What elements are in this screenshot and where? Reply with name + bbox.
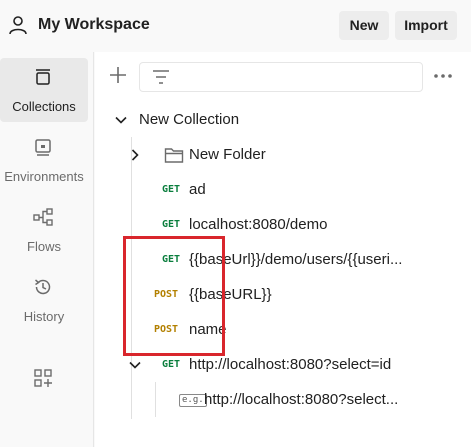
- sidebar-item-add-apps[interactable]: [0, 348, 88, 412]
- sidebar-item-history[interactable]: History: [0, 268, 88, 332]
- workspace-header: My Workspace New Import: [0, 0, 471, 52]
- workspace-title: My Workspace: [38, 16, 150, 33]
- folder-name: New Folder: [189, 146, 266, 163]
- plus-icon[interactable]: [108, 65, 128, 85]
- sidebar-item-flows[interactable]: Flows: [0, 198, 88, 262]
- user-icon: [9, 16, 27, 35]
- sidebar-item-collections[interactable]: Collections: [0, 58, 88, 122]
- method-badge-get: GET: [162, 359, 181, 370]
- chevron-down-icon[interactable]: [128, 358, 142, 372]
- collection-name: New Collection: [139, 111, 240, 128]
- sidebar-item-label: Environments: [4, 169, 84, 184]
- more-options-icon[interactable]: [433, 70, 453, 82]
- chevron-down-icon[interactable]: [114, 113, 128, 127]
- example-name: http://localhost:8080?select...: [204, 391, 399, 408]
- sidebar-item-environments[interactable]: Environments: [0, 128, 88, 192]
- request-name: localhost:8080/demo: [189, 216, 328, 233]
- method-badge-get: GET: [162, 219, 181, 230]
- request-name: ad: [189, 181, 206, 198]
- collection-row[interactable]: New Collection: [95, 102, 471, 137]
- chevron-right-icon[interactable]: [128, 148, 142, 162]
- import-button[interactable]: Import: [395, 11, 457, 40]
- folder-row[interactable]: New Folder: [95, 137, 471, 172]
- method-badge-get: GET: [162, 184, 181, 195]
- add-apps-icon: [34, 369, 52, 387]
- request-name: http://localhost:8080?select=id: [189, 356, 392, 373]
- collections-icon: [36, 69, 50, 85]
- example-badge: e.g.: [179, 394, 207, 407]
- flows-icon: [33, 208, 53, 226]
- filter-input[interactable]: [139, 62, 423, 92]
- environments-icon: [35, 139, 51, 156]
- filter-icon: [153, 70, 169, 84]
- highlight-box: [123, 236, 225, 356]
- new-button[interactable]: New: [339, 11, 389, 40]
- sidebar-item-label: Flows: [27, 239, 61, 254]
- history-icon: [35, 279, 51, 295]
- request-row[interactable]: GET ad: [95, 172, 471, 207]
- sidebar-item-label: Collections: [12, 99, 76, 114]
- example-row[interactable]: e.g. http://localhost:8080?select...: [95, 382, 471, 417]
- sidebar: Collections Environments Flows History: [0, 52, 94, 447]
- folder-icon: [164, 148, 184, 163]
- sidebar-item-label: History: [23, 309, 65, 324]
